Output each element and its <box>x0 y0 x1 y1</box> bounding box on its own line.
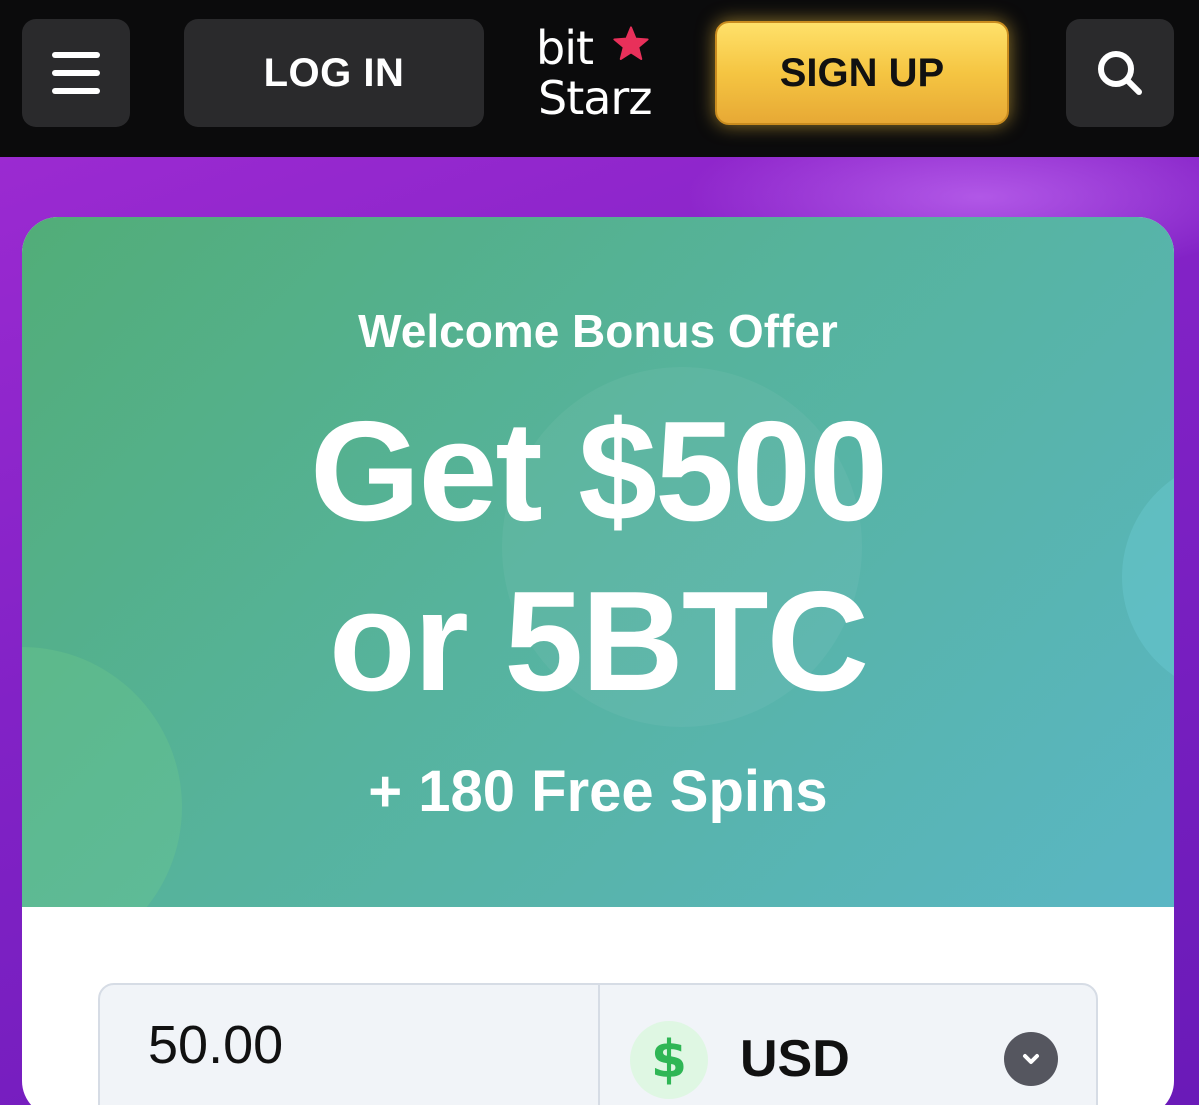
hamburger-icon <box>52 52 100 58</box>
bitstarz-logo[interactable]: bit Starz <box>536 20 666 130</box>
bonus-banner: Welcome Bonus Offer Get $500 or 5BTC + 1… <box>22 217 1174 907</box>
menu-button[interactable] <box>22 19 130 127</box>
currency-code: USD <box>740 1030 850 1088</box>
logo-text-line2: Starz <box>538 71 652 125</box>
dollar-icon: $ <box>630 1021 708 1099</box>
bonus-headline-line2: or 5BTC <box>328 562 869 721</box>
search-icon <box>1098 51 1142 95</box>
page: LOG IN bit Starz SIGN UP Welcome Bonus O… <box>0 0 1199 1105</box>
top-navigation-bar: LOG IN bit Starz SIGN UP <box>0 0 1199 157</box>
search-button[interactable] <box>1066 19 1174 127</box>
login-button[interactable]: LOG IN <box>184 19 484 127</box>
hamburger-icon-bar <box>52 88 100 94</box>
star-icon <box>613 26 649 60</box>
logo-text-line1: bit <box>536 21 594 75</box>
signup-button[interactable]: SIGN UP <box>715 21 1009 125</box>
bonus-free-spins: + 180 Free Spins <box>368 759 828 824</box>
deposit-form-row: $ USD <box>98 983 1098 1105</box>
welcome-bonus-card: Welcome Bonus Offer Get $500 or 5BTC + 1… <box>22 217 1174 1105</box>
bonus-headline-line1: Get $500 <box>309 392 888 551</box>
bonus-kicker: Welcome Bonus Offer <box>358 305 838 357</box>
chevron-down-icon <box>1004 1032 1058 1086</box>
currency-select[interactable]: $ USD <box>600 985 1098 1105</box>
deposit-amount-input[interactable] <box>100 985 598 1105</box>
hamburger-icon-bar <box>52 70 100 76</box>
